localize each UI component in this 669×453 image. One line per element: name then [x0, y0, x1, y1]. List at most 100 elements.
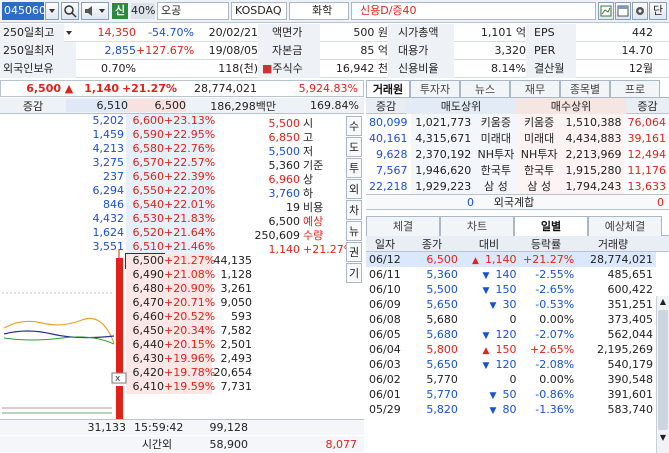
broker-sn: NH투자	[474, 146, 518, 162]
daily-row[interactable]: 06/08 5,680 0 0.00% 373,405	[366, 312, 656, 327]
broker-bn: 키움증	[517, 114, 561, 130]
tab-4[interactable]: 종목별	[560, 80, 610, 97]
daily-row[interactable]: 06/09 5,650 ▼ 30 -0.53% 351,251	[366, 297, 656, 312]
bid-price[interactable]: 6,420	[126, 366, 164, 380]
tab2-3[interactable]: 예상체결	[588, 215, 662, 236]
broker-sv: 1,929,223	[410, 178, 475, 194]
stat-label: 하	[303, 187, 314, 200]
broker-bn: NH투자	[517, 146, 561, 162]
window-icon[interactable]	[615, 2, 631, 20]
bid-qty: 3,261	[220, 282, 253, 295]
daily-scrollbar[interactable]: ▲ ▼	[656, 296, 669, 453]
price-change: 1,140	[84, 82, 119, 95]
ask-qty: 4,213	[92, 142, 125, 155]
ask-price[interactable]: 6,520	[126, 226, 164, 240]
side-tab[interactable]: 외	[346, 179, 362, 199]
stat-row: 5,360 기준	[236, 159, 344, 173]
daily-row[interactable]: 06/10 5,500 ▼ 150 -2.65% 600,422	[366, 282, 656, 297]
side-tab[interactable]: 권	[346, 242, 362, 262]
stock-code-input[interactable]: 045060	[2, 2, 46, 20]
col-date: 일자	[374, 237, 396, 251]
daily-row[interactable]: 06/02 5,770 0 0.00% 390,548	[366, 372, 656, 387]
daily-diff: ▼ 120	[461, 327, 520, 342]
bid-pct: +20.71%	[164, 296, 216, 310]
broker-row[interactable]: 7,567 1,946,620 한국투 한국투 1,915,280 11,176	[366, 162, 669, 178]
daily-row[interactable]: 06/05 5,680 ▼ 120 -2.07% 562,044	[366, 327, 656, 342]
broker-row[interactable]: 80,099 1,021,773 키움증 키움증 1,510,388 76,064	[366, 114, 669, 130]
ask-price[interactable]: 6,540	[126, 198, 164, 212]
ask-price[interactable]: 6,530	[126, 212, 164, 226]
scroll-down-icon[interactable]: ▼	[657, 432, 669, 444]
side-tab[interactable]: 도	[346, 137, 362, 157]
chevron-down-icon[interactable]	[64, 24, 76, 42]
daily-row[interactable]: 06/04 5,800 ▲ 150 +2.65% 2,195,269	[366, 342, 656, 357]
tab-3[interactable]: 재무	[510, 80, 560, 97]
daily-row[interactable]: 06/01 5,770 ▼ 50 -0.86% 391,601	[366, 387, 656, 402]
daily-close: 5,800	[426, 343, 458, 356]
bid-qty: 593	[231, 310, 252, 323]
ask-price[interactable]: 6,590	[126, 128, 164, 142]
after-hours-qty: 58,900	[209, 437, 249, 451]
bid-price[interactable]: 6,450	[126, 324, 164, 338]
code-dropdown-button[interactable]	[45, 2, 59, 20]
daily-row[interactable]: 06/11 5,360 ▼ 140 -2.55% 485,651	[366, 267, 656, 282]
daily-row[interactable]: 06/12 6,500 ▲ 1,140 +21.27% 28,774,021	[366, 252, 656, 267]
chart-icon[interactable]	[598, 2, 614, 20]
daily-rate: -1.36%	[535, 403, 575, 416]
single-mode-button[interactable]: 단	[649, 2, 667, 20]
credit-badge: 신	[112, 3, 128, 19]
tab-2[interactable]: 뉴스	[460, 80, 510, 97]
speaker-icon[interactable]	[81, 2, 109, 20]
side-tab[interactable]: 수	[346, 116, 362, 136]
info-value: 3,320	[494, 43, 527, 57]
info-value: 14,350	[97, 25, 137, 39]
ask-price[interactable]: 6,510	[126, 240, 164, 254]
side-tab[interactable]: 차	[346, 200, 362, 220]
broker-sv: 2,370,192	[410, 146, 475, 162]
scroll-thumb[interactable]	[658, 310, 668, 430]
bid-price[interactable]: 6,480	[126, 282, 164, 296]
search-icon[interactable]	[61, 2, 79, 20]
tab-5[interactable]: 프로	[610, 80, 660, 97]
bid-price[interactable]: 6,460	[126, 310, 164, 324]
daily-date: 06/04	[369, 343, 401, 356]
ask-price[interactable]: 6,580	[126, 142, 164, 156]
ask-price[interactable]: 6,600	[126, 114, 164, 128]
info-label: 대용가	[388, 41, 454, 60]
bid-price[interactable]: 6,410	[126, 380, 164, 394]
ask-pct: +21.64%	[164, 226, 216, 240]
stat-label: 저	[303, 145, 314, 158]
bid-price[interactable]: 6,490	[126, 268, 164, 282]
gear-icon[interactable]	[632, 2, 648, 20]
tab2-2[interactable]: 일별	[514, 215, 588, 236]
info-value: 12월	[628, 61, 653, 75]
broker-row[interactable]: 40,161 4,315,671 미래대 미래대 4,434,883 39,161	[366, 130, 669, 146]
broker-bq: 11,176	[627, 163, 667, 177]
broker-row[interactable]: 22,218 1,929,223 삼 성삼 성 1,794,243 13,633	[366, 178, 669, 194]
daily-tabs: 체결 차트 일별 예상체결	[366, 215, 669, 236]
side-tab[interactable]: 투	[346, 158, 362, 178]
tab2-0[interactable]: 체결	[366, 215, 440, 236]
bid-price[interactable]: 6,440	[126, 338, 164, 352]
col-close: 종가	[421, 237, 443, 251]
daily-rate: -2.65%	[535, 283, 575, 296]
bid-price[interactable]: 6,470	[126, 296, 164, 310]
side-tab[interactable]: 기	[346, 263, 362, 283]
tab-0[interactable]: 거래원	[366, 80, 410, 97]
side-tab[interactable]: 뉴	[346, 221, 362, 241]
bid-price[interactable]: 6,500	[125, 253, 165, 269]
sector-label: 화학	[289, 2, 349, 20]
broker-row[interactable]: 9,628 2,370,192 NH투자 NH투자 2,213,969 12,494	[366, 146, 669, 162]
ask-price[interactable]: 6,550	[126, 184, 164, 198]
tab-1[interactable]: 투자자	[410, 80, 460, 97]
daily-row[interactable]: 05/29 5,820 ▼ 80 -1.36% 583,740	[366, 402, 656, 417]
ask-price[interactable]: 6,560	[126, 170, 164, 184]
tab2-1[interactable]: 차트	[440, 215, 514, 236]
daily-diff: ▼ 120	[461, 357, 520, 372]
ask-pct: +21.83%	[164, 212, 216, 226]
daily-row[interactable]: 06/03 5,650 ▼ 120 -2.08% 540,179	[366, 357, 656, 372]
ask-price[interactable]: 6,570	[126, 156, 164, 170]
bid-price[interactable]: 6,430	[126, 352, 164, 366]
scroll-up-icon[interactable]: ▲	[657, 296, 669, 308]
stat-row: 19 비용	[236, 201, 344, 215]
